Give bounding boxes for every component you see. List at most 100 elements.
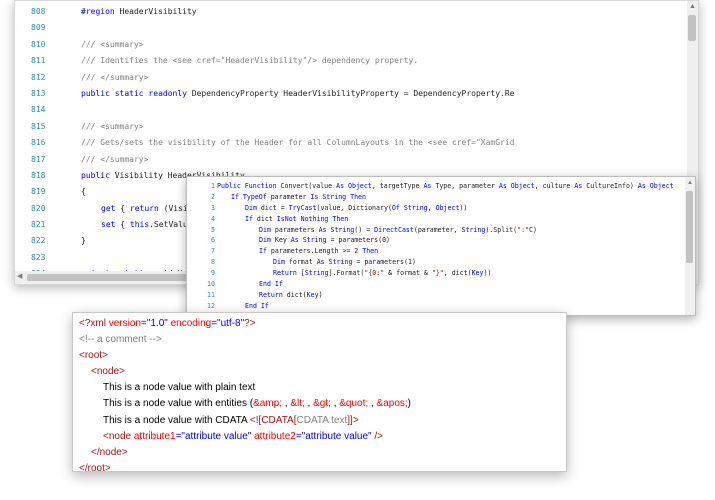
code-token: If TypeOf	[231, 192, 267, 201]
code-token: )	[407, 398, 412, 410]
code-text: /// </summary>	[81, 70, 148, 86]
code-token: format	[284, 258, 317, 267]
code-token: String	[304, 269, 329, 278]
code-token: /// Gets/sets the visibility of the Head…	[81, 138, 428, 148]
code-token: (parameter,	[413, 225, 462, 234]
code-token: HeaderVisibility	[114, 7, 197, 16]
code-line: This is a node value with plain text	[79, 380, 411, 396]
code-text: If TypeOf parameter Is String Then	[217, 192, 366, 203]
code-token: "{0:"	[364, 269, 385, 278]
code-token: <node	[103, 430, 132, 442]
code-token: Dim	[273, 258, 285, 267]
code-token: xml	[90, 318, 106, 329]
code-token: &gt;	[313, 398, 331, 410]
vertical-scroll-thumb[interactable]	[688, 15, 696, 41]
code-text: <node attribute1="attribute value" attri…	[79, 431, 383, 442]
code-token: /// <summary>	[81, 121, 144, 131]
line-number: 813	[31, 88, 46, 98]
line-number: 815	[31, 121, 46, 131]
code-text: Dim Key As String = parameters(0)	[217, 235, 390, 246]
code-line: 815 /// <summary>	[15, 119, 698, 135]
code-token: String	[461, 225, 486, 234]
code-token: dict(	[282, 290, 307, 299]
code-token: <?	[79, 318, 91, 329]
code-line: 814	[15, 102, 698, 118]
code-text: /// <summary>	[81, 119, 144, 135]
code-text: /// </summary>	[81, 152, 148, 168]
line-number: 11	[207, 290, 215, 299]
code-token: </node>	[91, 446, 128, 458]
code-token: (value, Dictionary(	[316, 203, 392, 212]
code-token: As Object	[498, 182, 535, 190]
code-token: /// </summary>	[81, 72, 149, 82]
code-text: /// <summary>	[81, 37, 144, 53]
code-line: </root>	[79, 461, 411, 471]
code-token: version	[105, 318, 141, 329]
code-token: ="attribute value"	[175, 430, 252, 442]
code-token: public	[81, 170, 110, 180]
code-token: }	[81, 236, 86, 246]
line-number: 821	[31, 220, 46, 230]
code-text: Dim format As String = parameters(1)	[217, 257, 416, 268]
code-token: ="attribute value"	[295, 430, 372, 442]
line-number: 822	[31, 236, 46, 246]
code-token: Convert(value	[276, 182, 337, 190]
code-token: &lt;	[290, 398, 305, 410]
vertical-scrollbar[interactable]: ▲	[685, 177, 695, 315]
code-token: {	[115, 220, 130, 230]
code-token: This is a node value with entities (	[103, 398, 254, 410]
code-token: encoding	[167, 318, 212, 329]
code-token: Dim	[259, 236, 271, 245]
code-token: public static readonly	[81, 88, 187, 98]
code-text: Dim dict = TryCast(value, Dictionary(Of …	[217, 203, 467, 214]
code-token: <node>	[91, 366, 125, 378]
code-line: 817 /// </summary>	[15, 152, 698, 168]
code-token: ,	[368, 398, 377, 410]
scroll-left-icon[interactable]: ◀	[17, 272, 22, 282]
code-text: Return [String].Format("{0:" & format & …	[217, 268, 491, 279]
code-token: DirectCast	[374, 225, 414, 234]
code-line: 809	[15, 20, 698, 36]
code-token: Key	[306, 290, 319, 299]
code-token: ":"	[517, 225, 530, 234]
code-token: <see cref="HeaderVisibility"/>	[172, 56, 318, 66]
line-number: 819	[31, 187, 46, 197]
line-number: 810	[31, 39, 46, 49]
line-number: 820	[31, 203, 46, 213]
code-token: Then	[362, 247, 379, 256]
code-text: <!-- a comment -->	[79, 334, 162, 345]
code-text: }	[81, 233, 86, 249]
code-text: </node>	[79, 447, 128, 458]
line-number: 12	[207, 301, 215, 310]
code-line: 808 #region HeaderVisibility	[15, 4, 698, 20]
code-token: , targetType	[371, 182, 424, 190]
code-text: /// Identifies the <see cref="HeaderVisi…	[81, 53, 418, 69]
scroll-up-icon[interactable]: ▲	[687, 178, 693, 188]
code-token: If	[245, 214, 253, 223]
code-token: dependency property.	[317, 56, 419, 66]
line-number: 814	[31, 105, 46, 115]
line-number: 812	[31, 72, 46, 82]
code-line: <!-- a comment -->	[79, 332, 411, 348]
code-token: /// <summary>	[81, 39, 144, 49]
line-number: 7	[211, 247, 215, 256]
line-number: 6	[211, 236, 215, 245]
code-token: /// </summary>	[81, 154, 149, 164]
code-token: &apos;	[376, 398, 408, 410]
code-text: This is a node value with plain text	[79, 382, 255, 393]
code-token: #region	[81, 7, 115, 16]
scroll-up-icon[interactable]: ▲	[689, 2, 696, 12]
code-token: ="utf-8"	[211, 318, 245, 329]
xml-editor[interactable]: <?xml version="1.0" encoding="utf-8"?> <!…	[72, 312, 567, 472]
vb-editor[interactable]: 1 Public Function Convert(value As Object…	[186, 176, 696, 316]
code-token: parameter	[266, 192, 311, 201]
code-token: As String	[316, 258, 353, 267]
line-number: 809	[31, 23, 46, 33]
line-number: 817	[31, 154, 46, 164]
code-line: 810 /// <summary>	[15, 37, 698, 53]
code-token: CultureInfo)	[582, 182, 638, 190]
code-token: = parameters(0)	[326, 236, 391, 245]
code-text: This is a node value with CDATA <![CDATA…	[79, 415, 359, 426]
vertical-scroll-thumb[interactable]	[686, 191, 693, 263]
code-token: {	[81, 187, 86, 197]
